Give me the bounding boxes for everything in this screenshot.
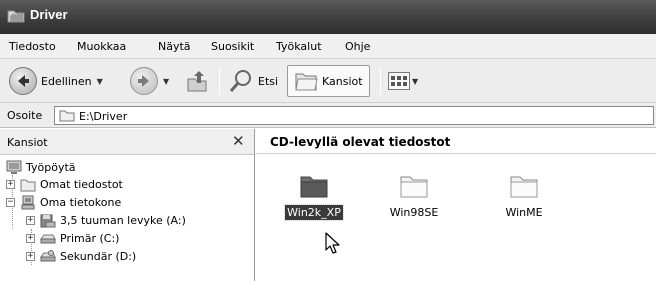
close-icon[interactable]: ✕ <box>232 132 245 150</box>
folder-icon <box>7 10 25 23</box>
folders-pane-title: Kansiot <box>7 136 48 149</box>
toolbar-separator <box>380 67 381 95</box>
search-button[interactable]: Etsi <box>228 65 278 97</box>
search-icon <box>229 70 251 92</box>
views-button[interactable]: ▼ <box>388 65 418 97</box>
forward-button[interactable]: ▼ <box>130 65 169 97</box>
expand-icon[interactable]: + <box>26 215 35 225</box>
tree-item-label: Oma tietokone <box>40 195 122 209</box>
collapse-icon[interactable]: − <box>6 197 15 207</box>
up-folder-icon <box>187 71 207 92</box>
tree-item-desktop[interactable]: Työpöytä <box>6 158 76 176</box>
views-dropdown-icon[interactable]: ▼ <box>412 77 418 86</box>
menu-favorites[interactable]: Suosikit <box>211 40 254 53</box>
forward-dropdown-icon[interactable]: ▼ <box>163 77 169 86</box>
folder-item-win98se[interactable]: Win98SE <box>374 173 454 220</box>
menu-tools[interactable]: Työkalut <box>276 40 322 53</box>
address-label: Osoite <box>7 109 43 122</box>
tree-item-drive-d[interactable]: + Sekundär (D:) <box>26 247 136 265</box>
menu-edit[interactable]: Muokkaa <box>77 40 126 53</box>
drive-icon <box>40 249 56 261</box>
desktop-icon <box>6 160 22 174</box>
folder-icon <box>400 176 428 198</box>
menu-help[interactable]: Ohje <box>345 40 370 53</box>
mouse-cursor-icon <box>325 232 340 254</box>
menu-bar: Tiedosto Muokkaa Näytä Suosikit Työkalut… <box>0 34 656 59</box>
title-bar[interactable]: Driver <box>0 0 656 34</box>
folder-item-label: Win2k_XP <box>284 204 344 221</box>
menu-file[interactable]: Tiedosto <box>9 40 56 53</box>
toolbar-separator <box>219 67 220 95</box>
tree-item-my-documents[interactable]: + Omat tiedostot <box>6 175 123 193</box>
views-icon <box>388 72 410 90</box>
forward-arrow-icon <box>130 67 158 95</box>
folder-icon <box>59 110 75 122</box>
expand-icon[interactable]: + <box>6 179 15 189</box>
up-folder-button[interactable] <box>185 65 209 97</box>
search-label: Etsi <box>258 74 279 88</box>
folder-item-winme[interactable]: WinME <box>484 173 564 220</box>
folders-pane: Kansiot ✕ Työpöytä + Omat tiedostot − Om… <box>0 129 255 281</box>
back-label: Edellinen <box>41 74 92 88</box>
tree-item-label: Omat tiedostot <box>40 177 123 191</box>
window-title: Driver <box>30 7 68 22</box>
expand-icon[interactable]: + <box>26 251 35 261</box>
floppy-icon <box>40 214 56 227</box>
back-dropdown-icon[interactable]: ▼ <box>97 77 103 86</box>
tree-item-label: Työpöytä <box>26 160 76 174</box>
tree-item-label: Sekundär (D:) <box>60 249 137 263</box>
tree-item-label: 3,5 tuuman levyke (A:) <box>60 213 186 227</box>
expand-icon[interactable]: + <box>26 233 35 243</box>
tree-item-label: Primär (C:) <box>60 231 120 245</box>
folder-icon <box>295 73 318 91</box>
address-field[interactable]: E:\Driver <box>54 106 654 125</box>
content-divider <box>256 153 656 154</box>
folders-pane-header: Kansiot ✕ <box>0 129 254 155</box>
content-header: CD-levyllä olevat tiedostot <box>270 135 451 149</box>
back-button[interactable]: Edellinen ▼ <box>9 65 103 97</box>
computer-icon <box>21 195 35 209</box>
folder-item-label: WinME <box>505 206 543 219</box>
toolbar: Edellinen ▼ ▼ Etsi Kansiot ▼ <box>0 59 656 103</box>
address-value: E:\Driver <box>79 110 128 123</box>
folders-button[interactable]: Kansiot <box>287 65 370 97</box>
tree-item-drive-c[interactable]: + Primär (C:) <box>26 229 119 247</box>
content-pane: CD-levyllä olevat tiedostot Win2k_XP Win… <box>256 129 656 281</box>
address-bar: Osoite E:\Driver <box>0 103 656 128</box>
tree-item-my-computer[interactable]: − Oma tietokone <box>6 193 121 211</box>
menu-view[interactable]: Näytä <box>158 40 191 53</box>
folders-label: Kansiot <box>322 74 363 88</box>
tree-item-floppy[interactable]: + 3,5 tuuman levyke (A:) <box>26 211 186 229</box>
folder-icon <box>510 176 538 198</box>
folder-icon <box>300 176 328 198</box>
folder-item-label: Win98SE <box>389 206 439 219</box>
drive-icon <box>40 234 56 243</box>
folder-icon <box>20 179 36 191</box>
back-arrow-icon <box>9 67 37 95</box>
folder-item-win2k-xp[interactable]: Win2k_XP <box>274 173 354 221</box>
